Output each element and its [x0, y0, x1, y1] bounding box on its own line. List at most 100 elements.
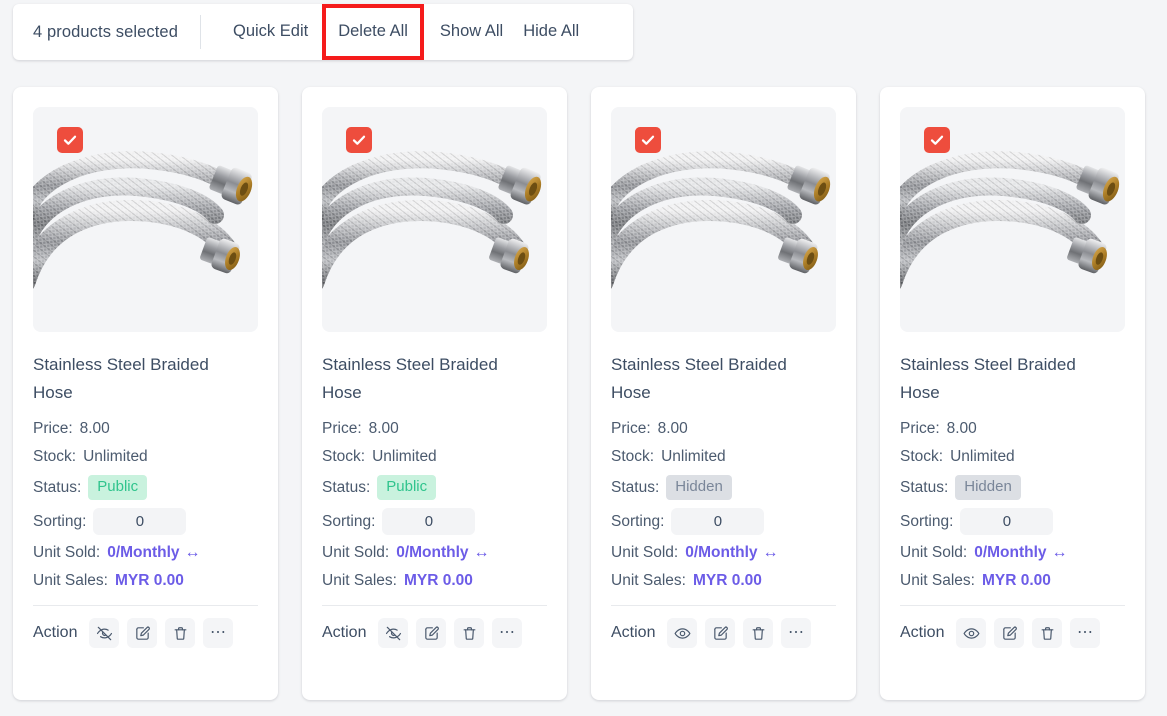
unit-sold-label: Unit Sold:: [611, 544, 679, 561]
product-unit-sold-row: Unit Sold: 0/Monthly ↔: [900, 543, 1125, 563]
card-divider: [611, 605, 836, 606]
product-card: Stainless Steel Braided Hose Price: 8.00 St…: [591, 87, 856, 700]
stock-value: Unlimited: [950, 448, 1015, 465]
stock-value: Unlimited: [661, 448, 726, 465]
eye-off-button[interactable]: [89, 618, 120, 648]
unit-sold-label: Unit Sold:: [900, 544, 968, 561]
product-sorting-row: Sorting: 0: [322, 508, 547, 535]
product-card: Stainless Steel Braided Hose Price: 8.00 St…: [13, 87, 278, 700]
unit-sold-value: 0/Monthly: [396, 544, 469, 561]
toolbar-actions: Quick Edit Delete All Show All Hide All: [223, 4, 589, 60]
edit-button[interactable]: [416, 618, 447, 648]
product-status-row: Status: Public: [33, 475, 258, 500]
ellipsis-icon: ⋯: [498, 624, 516, 641]
action-label: Action: [322, 624, 367, 641]
product-grid: Stainless Steel Braided Hose Price: 8.00 St…: [13, 87, 1145, 700]
delete-button[interactable]: [165, 618, 196, 648]
more-options-button[interactable]: ⋯: [781, 618, 812, 648]
hide-all-button[interactable]: Hide All: [513, 16, 589, 48]
product-stock-row: Stock: Unlimited: [322, 447, 547, 467]
product-thumbnail[interactable]: [611, 107, 836, 332]
delete-button[interactable]: [743, 618, 774, 648]
delete-all-button[interactable]: Delete All: [322, 4, 424, 60]
product-thumbnail[interactable]: [900, 107, 1125, 332]
product-price-row: Price: 8.00: [611, 419, 836, 439]
more-options-button[interactable]: ⋯: [492, 618, 523, 648]
unit-sold-value: 0/Monthly: [685, 544, 758, 561]
left-right-arrow-icon: ↔: [1051, 544, 1068, 561]
product-unit-sales-row: Unit Sales: MYR 0.00: [322, 571, 547, 591]
action-label: Action: [611, 624, 656, 641]
product-select-checkbox[interactable]: [924, 127, 950, 153]
sorting-label: Sorting:: [900, 512, 954, 530]
product-price-row: Price: 8.00: [33, 419, 258, 439]
stock-label: Stock:: [322, 448, 366, 465]
product-thumbnail[interactable]: [33, 107, 258, 332]
stock-value: Unlimited: [83, 448, 148, 465]
price-value: 8.00: [79, 420, 110, 437]
sorting-input[interactable]: 0: [93, 508, 187, 535]
left-right-arrow-icon: ↔: [184, 544, 201, 561]
delete-button[interactable]: [454, 618, 485, 648]
unit-sold-link[interactable]: 0/Monthly ↔: [685, 543, 778, 563]
stock-label: Stock:: [611, 448, 655, 465]
status-label: Status:: [322, 478, 371, 496]
ellipsis-icon: ⋯: [787, 624, 805, 641]
product-price-row: Price: 8.00: [900, 419, 1125, 439]
product-select-checkbox[interactable]: [57, 127, 83, 153]
unit-sales-value[interactable]: MYR 0.00: [982, 571, 1051, 591]
product-stock-row: Stock: Unlimited: [900, 447, 1125, 467]
unit-sold-link[interactable]: 0/Monthly ↔: [107, 543, 200, 563]
product-card: Stainless Steel Braided Hose Price: 8.00 St…: [880, 87, 1145, 700]
unit-sold-label: Unit Sold:: [322, 544, 390, 561]
product-thumbnail[interactable]: [322, 107, 547, 332]
toolbar-divider: [200, 15, 201, 49]
stock-label: Stock:: [33, 448, 77, 465]
delete-button[interactable]: [1032, 618, 1063, 648]
edit-button[interactable]: [127, 618, 158, 648]
ellipsis-icon: ⋯: [209, 624, 227, 641]
sorting-label: Sorting:: [33, 512, 87, 530]
price-label: Price:: [33, 420, 73, 437]
product-unit-sales-row: Unit Sales: MYR 0.00: [900, 571, 1125, 591]
unit-sales-value[interactable]: MYR 0.00: [404, 571, 473, 591]
edit-button[interactable]: [705, 618, 736, 648]
unit-sold-value: 0/Monthly: [974, 544, 1047, 561]
sorting-input[interactable]: 0: [382, 508, 476, 535]
unit-sales-value[interactable]: MYR 0.00: [693, 571, 762, 591]
eye-button[interactable]: [667, 618, 698, 648]
sorting-input[interactable]: 0: [671, 508, 765, 535]
product-card: Stainless Steel Braided Hose Price: 8.00 St…: [302, 87, 567, 700]
price-label: Price:: [322, 420, 362, 437]
unit-sales-label: Unit Sales:: [611, 572, 686, 589]
product-sorting-row: Sorting: 0: [611, 508, 836, 535]
product-select-checkbox[interactable]: [635, 127, 661, 153]
product-stock-row: Stock: Unlimited: [33, 447, 258, 467]
price-value: 8.00: [368, 420, 399, 437]
product-price-row: Price: 8.00: [322, 419, 547, 439]
product-select-checkbox[interactable]: [346, 127, 372, 153]
status-label: Status:: [33, 478, 82, 496]
edit-button[interactable]: [994, 618, 1025, 648]
sorting-input[interactable]: 0: [960, 508, 1054, 535]
unit-sales-value[interactable]: MYR 0.00: [115, 571, 184, 591]
quick-edit-button[interactable]: Quick Edit: [223, 16, 318, 48]
eye-button[interactable]: [956, 618, 987, 648]
unit-sold-value: 0/Monthly: [107, 544, 180, 561]
product-unit-sold-row: Unit Sold: 0/Monthly ↔: [33, 543, 258, 563]
product-title: Stainless Steel Braided Hose: [611, 355, 787, 402]
product-sorting-row: Sorting: 0: [900, 508, 1125, 535]
show-all-button[interactable]: Show All: [430, 16, 513, 48]
product-status-row: Status: Public: [322, 475, 547, 500]
more-options-button[interactable]: ⋯: [203, 618, 234, 648]
unit-sales-label: Unit Sales:: [900, 572, 975, 589]
unit-sales-label: Unit Sales:: [33, 572, 108, 589]
product-action-row: Action ⋯: [611, 618, 836, 648]
eye-off-button[interactable]: [378, 618, 409, 648]
unit-sold-link[interactable]: 0/Monthly ↔: [396, 543, 489, 563]
card-divider: [322, 605, 547, 606]
more-options-button[interactable]: ⋯: [1070, 618, 1101, 648]
status-label: Status:: [611, 478, 660, 496]
unit-sold-link[interactable]: 0/Monthly ↔: [974, 543, 1067, 563]
status-badge: Hidden: [666, 475, 732, 500]
